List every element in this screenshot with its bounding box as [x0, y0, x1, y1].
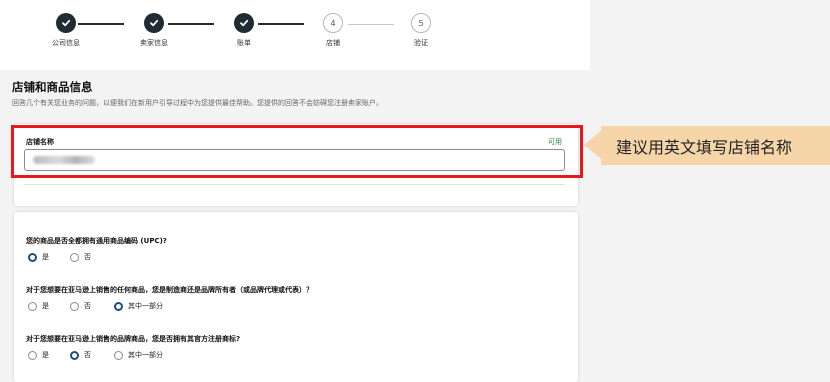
radio-upc-yes[interactable]: 是 — [28, 252, 49, 262]
step-check — [144, 13, 164, 33]
radio-trademark-partial[interactable]: 其中一部分 — [114, 350, 163, 360]
radio-label: 是 — [42, 302, 49, 310]
step-store: 4 店铺 — [303, 13, 363, 48]
radio-icon — [114, 350, 123, 360]
step-company-info: 公司信息 — [36, 13, 96, 48]
divider — [24, 184, 565, 185]
radio-icon — [28, 301, 37, 311]
question-brand-owner: 对于您想要在亚马逊上销售的任何商品，您是制造商还是品牌所有者（或品牌代理或代表）… — [26, 286, 313, 294]
step-check — [56, 13, 76, 33]
radio-label: 是 — [42, 253, 49, 261]
radio-icon — [70, 350, 79, 360]
step-label: 公司信息 — [52, 39, 80, 47]
radio-label: 是 — [42, 351, 49, 359]
radio-trademark-no[interactable]: 否 — [70, 350, 91, 360]
callout-note: 建议用英文填写店铺名称 — [584, 126, 830, 165]
check-icon — [240, 19, 249, 27]
radio-label: 否 — [84, 253, 91, 261]
step-label: 卖家信息 — [140, 39, 168, 47]
radio-brand-owner-no[interactable]: 否 — [70, 301, 91, 311]
question-trademark: 对于您想要在亚马逊上销售的品牌商品，您是否拥有其官方注册商标? — [26, 335, 241, 343]
step-check — [234, 13, 254, 33]
radio-label: 其中一部分 — [128, 351, 163, 359]
radio-upc-no[interactable]: 否 — [70, 252, 91, 262]
radio-trademark-yes[interactable]: 是 — [28, 350, 49, 360]
question-upc: 您的商品是否全都拥有通用商品编码 (UPC)? — [26, 237, 167, 245]
radio-label: 否 — [84, 302, 91, 310]
radio-label: 否 — [84, 351, 91, 359]
highlight-box — [11, 125, 583, 178]
step-label: 验证 — [414, 39, 428, 47]
step-billing: 账单 — [214, 13, 274, 48]
radio-icon — [114, 301, 123, 311]
step-label: 店铺 — [326, 39, 340, 47]
radio-brand-owner-yes[interactable]: 是 — [28, 301, 49, 311]
step-number: 4 — [323, 13, 343, 33]
radio-label: 其中一部分 — [128, 302, 163, 310]
callout-text: 建议用英文填写店铺名称 — [616, 137, 793, 157]
step-label: 账单 — [237, 39, 251, 47]
radio-brand-owner-partial[interactable]: 其中一部分 — [114, 301, 163, 311]
progress-stepper: 公司信息 卖家信息 账单 4 店铺 5 验证 — [0, 0, 590, 70]
radio-icon — [70, 252, 79, 262]
radio-icon — [28, 252, 37, 262]
section-title: 店铺和商品信息 — [12, 80, 93, 94]
step-number: 5 — [411, 13, 431, 33]
section-description: 回答几个有关您业务的问题，以便我们在新用户引导过程中为您提供最佳帮助。您提供的回… — [12, 99, 383, 107]
step-seller-info: 卖家信息 — [124, 13, 184, 48]
radio-icon — [70, 301, 79, 311]
step-verification: 5 验证 — [391, 13, 451, 48]
radio-icon — [28, 350, 37, 360]
check-icon — [62, 19, 71, 27]
check-icon — [150, 19, 159, 27]
